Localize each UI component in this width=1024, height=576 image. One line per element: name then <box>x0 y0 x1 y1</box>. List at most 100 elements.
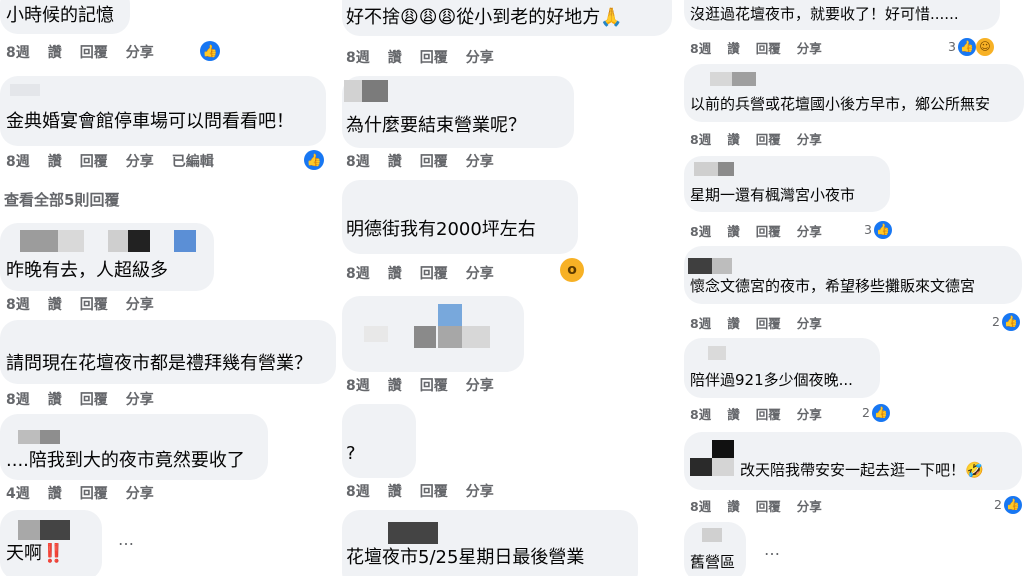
comment-actions: 8週讚回覆 分享 <box>6 389 154 409</box>
like-reaction-icon[interactable]: 👍 <box>1004 496 1022 514</box>
comment-actions: 8週讚回覆 分享 <box>346 151 494 171</box>
like-link[interactable]: 讚 <box>727 38 740 57</box>
reply-link[interactable]: 回覆 <box>756 496 781 515</box>
reply-link[interactable]: 回覆 <box>756 129 781 148</box>
like-reaction-icon[interactable]: 👍 <box>874 221 892 239</box>
reply-link[interactable]: 回覆 <box>80 42 108 62</box>
like-reaction-icon[interactable]: 👍 <box>872 404 890 422</box>
comment-text: 花壇夜市5/25星期日最後營業 <box>346 547 585 568</box>
reaction-count[interactable]: 2 <box>992 314 1000 329</box>
timestamp[interactable]: 8週 <box>690 496 711 515</box>
haha-reaction-icon[interactable]: ☺ <box>976 38 994 56</box>
reply-link[interactable]: 回覆 <box>420 263 448 283</box>
like-link[interactable]: 讚 <box>48 294 62 314</box>
like-link[interactable]: 讚 <box>727 496 740 515</box>
timestamp[interactable]: 8週 <box>6 151 30 171</box>
timestamp[interactable]: 8週 <box>690 129 711 148</box>
reaction-count[interactable]: 2 <box>862 405 870 420</box>
like-link[interactable]: 讚 <box>727 129 740 148</box>
timestamp[interactable]: 8週 <box>6 389 30 409</box>
pray-emoji: 🙏 <box>600 7 623 28</box>
timestamp[interactable]: 8週 <box>346 47 370 67</box>
share-link[interactable]: 分享 <box>126 42 154 62</box>
like-link[interactable]: 讚 <box>388 47 402 67</box>
timestamp[interactable]: 8週 <box>346 151 370 171</box>
share-link[interactable]: 分享 <box>466 151 494 171</box>
like-reaction-icon[interactable]: 👍 <box>304 150 324 170</box>
timestamp[interactable]: 4週 <box>6 483 30 503</box>
share-link[interactable]: 分享 <box>126 389 154 409</box>
timestamp[interactable]: 8週 <box>690 313 711 332</box>
reaction-count[interactable]: 3 <box>864 222 872 237</box>
reply-link[interactable]: 回覆 <box>80 294 108 314</box>
share-link[interactable]: 分享 <box>466 375 494 395</box>
timestamp[interactable]: 8週 <box>6 294 30 314</box>
more-options-icon[interactable]: … <box>118 530 136 549</box>
reply-link[interactable]: 回覆 <box>756 313 781 332</box>
reply-link[interactable]: 回覆 <box>80 151 108 171</box>
share-link[interactable]: 分享 <box>126 294 154 314</box>
reply-link[interactable]: 回覆 <box>756 38 781 57</box>
share-link[interactable]: 分享 <box>126 151 154 171</box>
share-link[interactable]: 分享 <box>797 404 822 423</box>
comment-text: 天啊‼️ <box>6 542 64 566</box>
reply-link[interactable]: 回覆 <box>420 151 448 171</box>
timestamp[interactable]: 8週 <box>690 38 711 57</box>
reply-link[interactable]: 回覆 <box>420 47 448 67</box>
reply-link[interactable]: 回覆 <box>756 404 781 423</box>
timestamp[interactable]: 8週 <box>346 375 370 395</box>
like-reaction-icon[interactable]: 👍 <box>1002 313 1020 331</box>
view-all-replies-link[interactable]: 查看全部5則回覆 <box>4 189 119 210</box>
comment-text: 沒逛過花壇夜市，就要收了！好可惜...... <box>690 5 959 23</box>
share-link[interactable]: 分享 <box>797 496 822 515</box>
blurred-username <box>690 458 712 476</box>
like-reaction-icon[interactable]: 👍 <box>958 38 976 56</box>
blurred-username <box>732 72 756 86</box>
weary-face-emoji: 😩😩😩 <box>400 7 457 28</box>
timestamp[interactable]: 8週 <box>346 481 370 501</box>
blurred-username <box>108 230 128 252</box>
like-link[interactable]: 讚 <box>48 389 62 409</box>
blurred-username <box>20 230 58 252</box>
share-link[interactable]: 分享 <box>797 129 822 148</box>
like-link[interactable]: 讚 <box>48 151 62 171</box>
share-link[interactable]: 分享 <box>126 483 154 503</box>
like-link[interactable]: 讚 <box>727 313 740 332</box>
reply-link[interactable]: 回覆 <box>80 483 108 503</box>
reply-link[interactable]: 回覆 <box>420 375 448 395</box>
comment-actions: 8週讚回覆 分享 <box>690 496 822 515</box>
like-link[interactable]: 讚 <box>388 151 402 171</box>
blurred-username <box>718 162 734 176</box>
reply-link[interactable]: 回覆 <box>80 389 108 409</box>
like-link[interactable]: 讚 <box>48 42 62 62</box>
share-link[interactable]: 分享 <box>797 313 822 332</box>
timestamp[interactable]: 8週 <box>6 42 30 62</box>
share-link[interactable]: 分享 <box>797 221 822 240</box>
share-link[interactable]: 分享 <box>466 47 494 67</box>
blurred-username <box>712 458 734 476</box>
comment-text-body: 從小到老的好地方 <box>456 7 601 28</box>
timestamp[interactable]: 8週 <box>346 263 370 283</box>
share-link[interactable]: 分享 <box>466 263 494 283</box>
like-reaction-icon[interactable]: 👍 <box>200 41 220 61</box>
like-link[interactable]: 讚 <box>388 263 402 283</box>
like-link[interactable]: 讚 <box>388 375 402 395</box>
like-link[interactable]: 讚 <box>388 481 402 501</box>
reaction-count[interactable]: 3 <box>948 39 956 54</box>
timestamp[interactable]: 8週 <box>690 404 711 423</box>
timestamp[interactable]: 8週 <box>690 221 711 240</box>
comment-bubble <box>342 404 416 478</box>
comment-text: 為什麼要結束營業呢？ <box>346 115 526 136</box>
share-link[interactable]: 分享 <box>797 38 822 57</box>
comment-text: ....陪我到大的夜市竟然要收了 <box>6 450 245 471</box>
like-link[interactable]: 讚 <box>727 221 740 240</box>
blurred-username <box>712 440 734 458</box>
reply-link[interactable]: 回覆 <box>756 221 781 240</box>
more-options-icon[interactable]: … <box>764 540 782 559</box>
share-link[interactable]: 分享 <box>466 481 494 501</box>
wow-reaction-icon[interactable]: o <box>560 258 584 282</box>
like-link[interactable]: 讚 <box>727 404 740 423</box>
reaction-count[interactable]: 2 <box>994 497 1002 512</box>
like-link[interactable]: 讚 <box>48 483 62 503</box>
reply-link[interactable]: 回覆 <box>420 481 448 501</box>
